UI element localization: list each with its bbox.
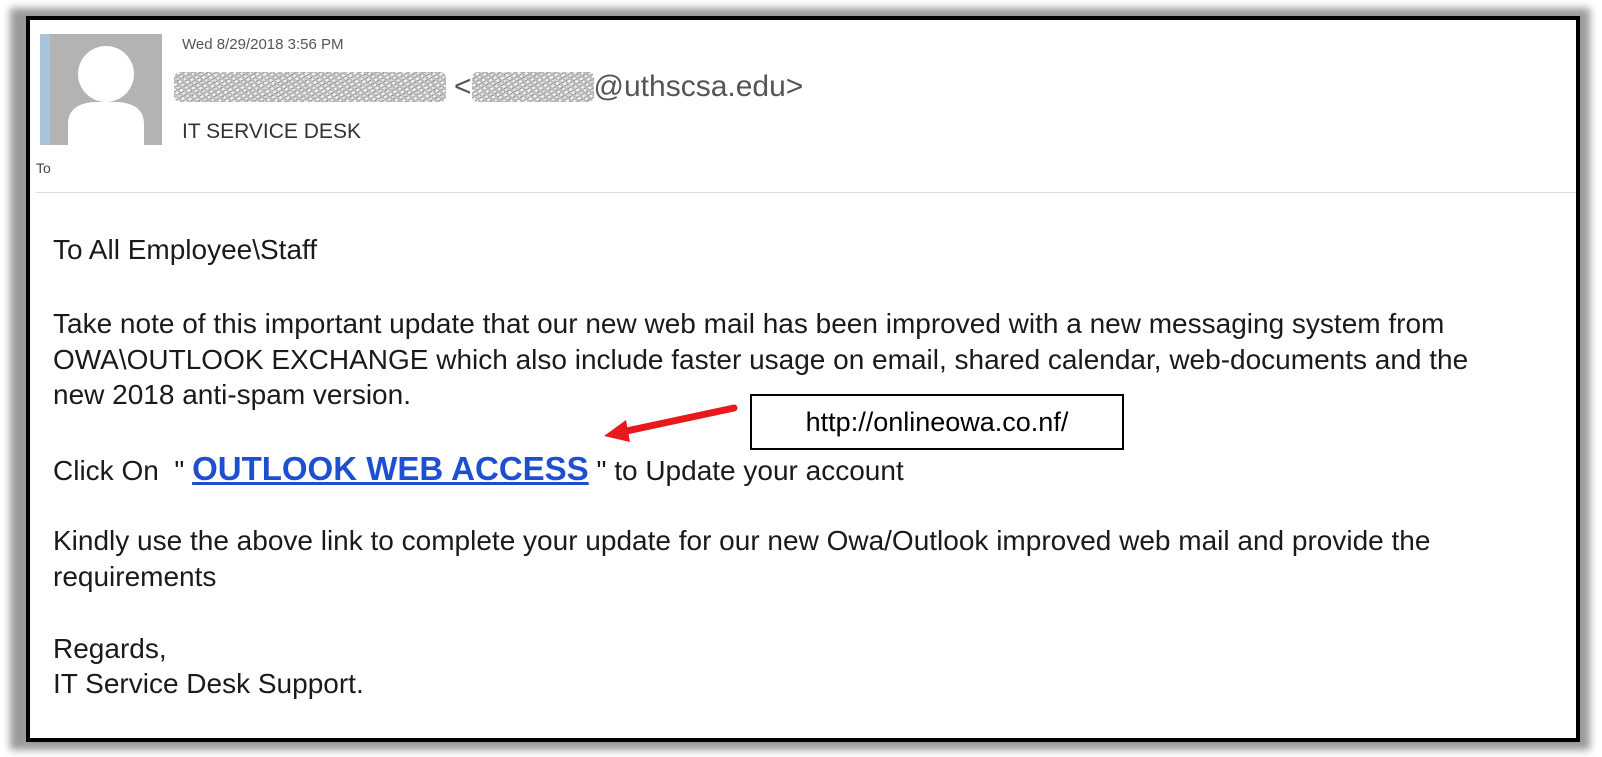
avatar	[40, 34, 162, 145]
sender-line: < @uthscsa.edu>	[174, 66, 803, 108]
sender-domain: @uthscsa.edu>	[593, 70, 804, 103]
avatar-stripe	[40, 34, 50, 145]
url-callout-box: http://onlineowa.co.nf/	[750, 394, 1124, 450]
redacted-sender-name	[174, 72, 446, 102]
regards: Regards,	[53, 633, 167, 664]
person-silhouette-icon	[68, 46, 144, 145]
to-label: To	[36, 160, 51, 176]
paragraph-kindly: Kindly use the above link to complete yo…	[53, 525, 1431, 592]
header-divider	[36, 192, 1576, 193]
click-prefix: Click On "	[53, 455, 193, 486]
redacted-sender-user	[471, 72, 594, 102]
click-suffix: " to Update your account	[588, 455, 904, 486]
email-subject: IT SERVICE DESK	[182, 120, 361, 143]
signature: IT Service Desk Support.	[53, 668, 364, 699]
callout-url: http://onlineowa.co.nf/	[805, 406, 1069, 437]
greeting: To All Employee\Staff	[53, 234, 318, 265]
red-arrow-icon	[604, 404, 738, 442]
click-line: Click On " OUTLOOK WEB ACCESS " to Updat…	[53, 451, 1523, 489]
email-screenshot-frame: Wed 8/29/2018 3:56 PM < @uthscsa.edu> IT…	[26, 16, 1580, 742]
email-date: Wed 8/29/2018 3:56 PM	[182, 36, 344, 53]
angle-bracket-open: <	[454, 70, 472, 103]
outlook-web-access-link[interactable]: OUTLOOK WEB ACCESS	[192, 450, 589, 487]
